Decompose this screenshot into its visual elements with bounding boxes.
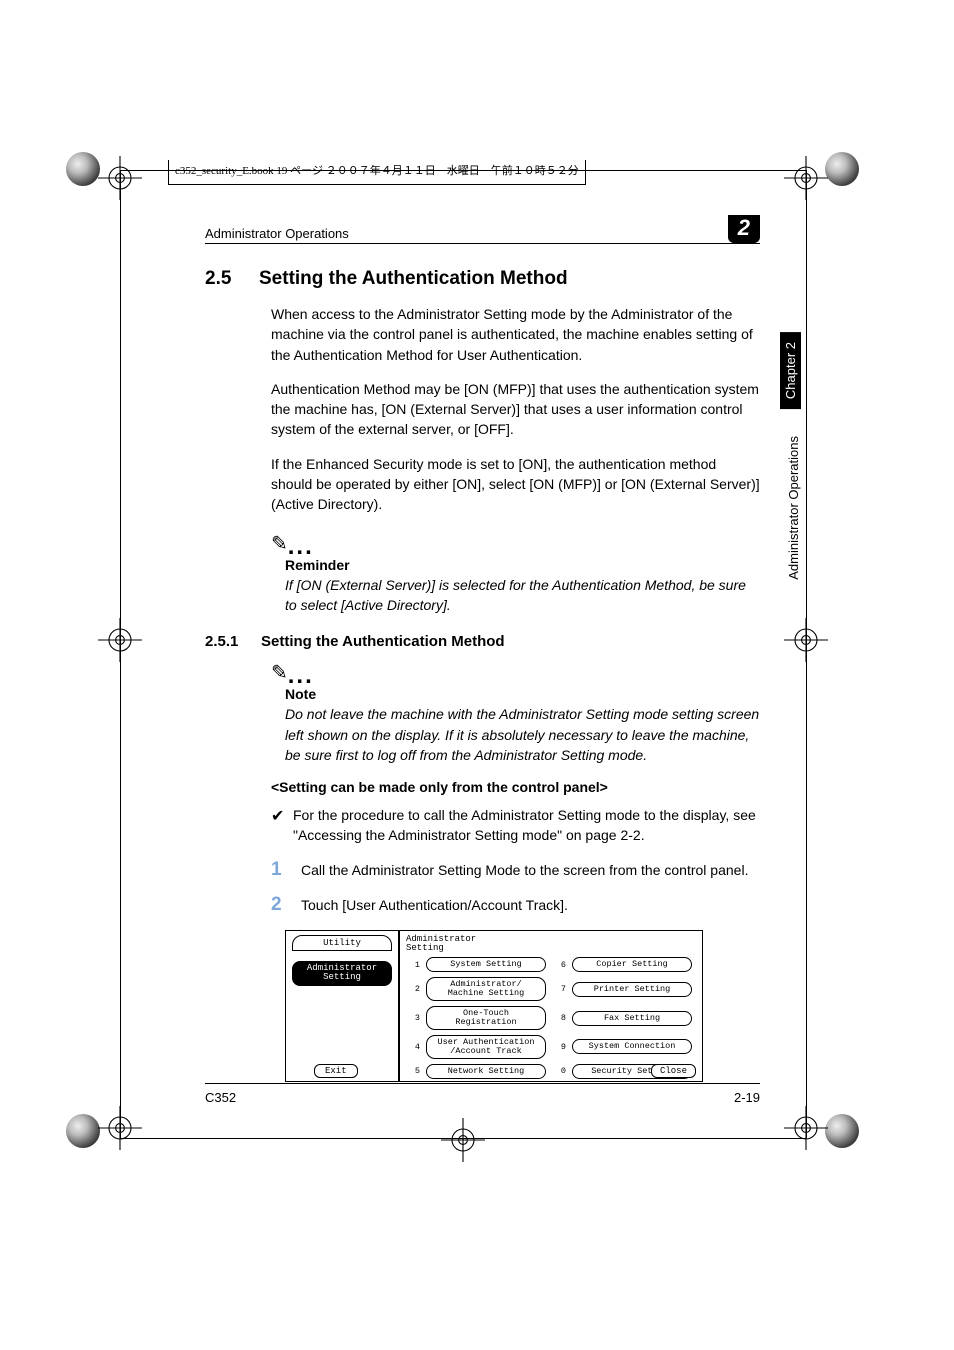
menu-grid: 1 System Setting 6 Copier Setting 2 Admi… [406,957,696,1078]
menu-num: 5 [406,1066,420,1076]
pane-title-l2: Setting [406,943,444,953]
menu-user-auth[interactable]: User Authentication/Account Track [426,1035,546,1059]
page-footer: C352 2-19 [205,1083,760,1105]
reminder-body: If [ON (External Server)] is selected fo… [285,575,760,616]
menu-one-touch[interactable]: One-TouchRegistration [426,1006,546,1030]
step-number: 2 [271,895,301,916]
corner-dot [825,152,859,186]
book-source-header: c352_security_E.book 19 ページ ２００７年４月１１日 水… [168,160,586,185]
tab-line2: Setting [323,972,361,982]
side-chapter-tab: Chapter 2 [780,332,801,409]
menu-num: 2 [406,984,420,994]
utility-tab[interactable]: Utility [292,935,392,951]
screenshot-right-pane: Administrator Setting 1 System Setting 6… [400,931,702,1081]
device-screenshot: Utility Administrator Setting Exit Admin… [285,930,703,1082]
registration-mark [441,1118,485,1162]
step-number: 1 [271,860,301,881]
section-heading: 2.5Setting the Authentication Method [205,268,760,290]
menu-network-setting[interactable]: Network Setting [426,1064,546,1079]
chapter-number-badge: 2 [728,215,760,243]
crop-line [120,170,121,1138]
footer-model: C352 [205,1090,236,1105]
subsection-title: Setting the Authentication Method [261,633,505,650]
reminder-icon: ✎... [271,529,760,557]
pane-title: Administrator Setting [406,935,696,954]
menu-num: 8 [552,1013,566,1023]
checklist-item: ✔ For the procedure to call the Administ… [271,805,760,846]
section-title: Setting the Authentication Method [259,268,568,289]
check-icon: ✔ [271,805,293,846]
step-2: 2 Touch [User Authentication/Account Tra… [271,895,760,916]
corner-dot [66,1114,100,1148]
step-text: Call the Administrator Setting Mode to t… [301,860,748,881]
admin-setting-tab[interactable]: Administrator Setting [292,961,392,987]
side-section-label: Administrator Operations [786,436,801,580]
note-body: Do not leave the machine with the Admini… [285,704,760,765]
subsection-number: 2.5.1 [205,633,261,650]
menu-printer-setting[interactable]: Printer Setting [572,982,692,997]
section-number: 2.5 [205,268,259,290]
menu-num: 4 [406,1042,420,1052]
step-1: 1 Call the Administrator Setting Mode to… [271,860,760,881]
content-area: Administrator Operations 2 2.5Setting th… [205,215,760,1082]
menu-admin-machine-setting[interactable]: Administrator/Machine Setting [426,977,546,1001]
running-header-title: Administrator Operations [205,226,349,241]
menu-num: 0 [552,1066,566,1076]
menu-num: 9 [552,1042,566,1052]
footer-page-number: 2-19 [734,1090,760,1105]
crop-line [806,170,807,1138]
paragraph: When access to the Administrator Setting… [271,304,760,365]
note-label: Note [285,686,760,702]
reminder-label: Reminder [285,557,760,573]
step-text: Touch [User Authentication/Account Track… [301,895,568,916]
instruction-heading: <Setting can be made only from the contr… [271,779,760,795]
menu-num: 1 [406,960,420,970]
page: c352_security_E.book 19 ページ ２００７年４月１１日 水… [0,0,954,1350]
corner-dot [825,1114,859,1148]
checklist-text: For the procedure to call the Administra… [293,805,760,846]
note-icon: ✎... [271,658,760,686]
close-button[interactable]: Close [651,1064,696,1078]
subsection-heading: 2.5.1Setting the Authentication Method [205,633,760,650]
menu-num: 6 [552,960,566,970]
menu-num: 3 [406,1013,420,1023]
screenshot-left-pane: Utility Administrator Setting Exit [286,931,400,1081]
menu-system-setting[interactable]: System Setting [426,957,546,972]
running-header: Administrator Operations 2 [205,215,760,244]
corner-dot [66,152,100,186]
paragraph: If the Enhanced Security mode is set to … [271,454,760,515]
menu-num: 7 [552,984,566,994]
menu-copier-setting[interactable]: Copier Setting [572,957,692,972]
tab-line1: Administrator [307,963,377,973]
paragraph: Authentication Method may be [ON (MFP)] … [271,379,760,440]
exit-button[interactable]: Exit [314,1064,358,1078]
crop-line [120,1138,806,1139]
menu-system-connection[interactable]: System Connection [572,1039,692,1054]
menu-fax-setting[interactable]: Fax Setting [572,1011,692,1026]
